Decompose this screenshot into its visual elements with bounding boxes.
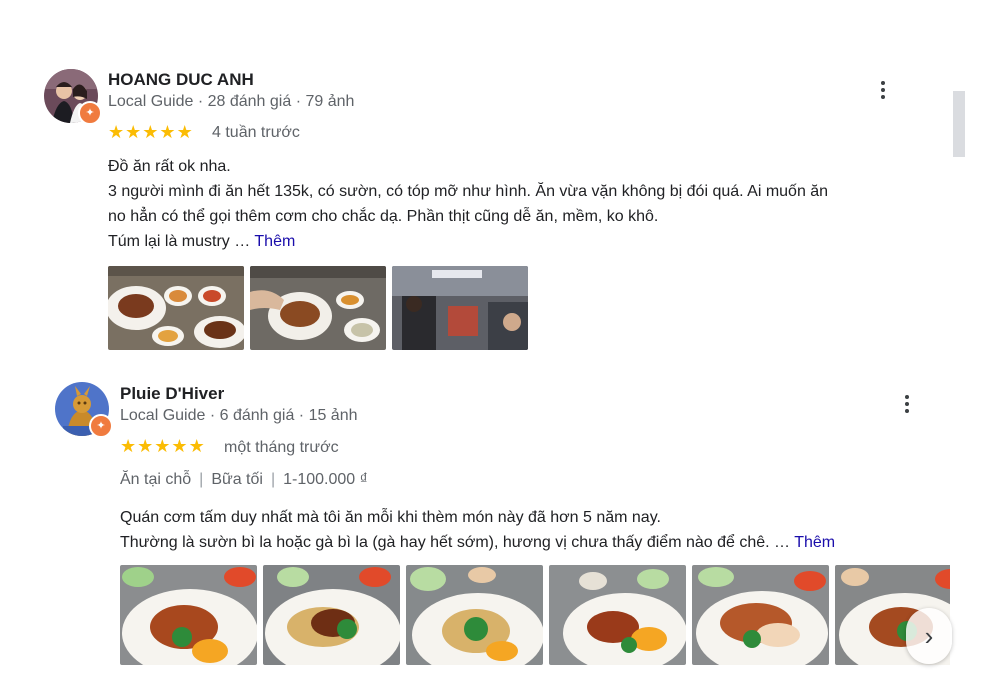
review-photos — [108, 266, 528, 350]
review-line-last: Thường là sườn bì la hoặc gà bì la (gà h… — [120, 530, 940, 555]
star-icon: ★ — [142, 122, 159, 142]
star-icon: ★ — [176, 122, 193, 142]
next-photo-button[interactable]: › — [906, 608, 952, 664]
star-icon: ★ — [154, 436, 171, 456]
more-options-icon[interactable] — [871, 75, 895, 105]
review-line: Thường là sườn bì la hoặc gà bì la (gà h… — [120, 534, 791, 551]
more-link[interactable]: Thêm — [794, 534, 835, 551]
local-guide-badge-icon: ✦ — [89, 414, 113, 438]
review-line: 3 người mình đi ăn hết 135k, có sườn, có… — [108, 183, 829, 200]
tag-meal: Bữa tối — [211, 471, 263, 488]
review-photo[interactable] — [250, 266, 386, 350]
star-icon: ★ — [120, 436, 137, 456]
review-line-last: Túm lại là mustry … Thêm — [108, 229, 928, 254]
star-icon: ★ — [171, 436, 188, 456]
review-photo[interactable] — [549, 565, 686, 665]
star-rating: ★ ★ ★ ★ ★ — [120, 437, 205, 455]
review-line: no hẳn có thể gọi thêm cơm cho chắc dạ. … — [108, 208, 659, 225]
local-guide-badge-icon: ✦ — [78, 101, 102, 125]
review-photo[interactable] — [108, 266, 244, 350]
reviewer-avatar[interactable]: ✦ — [44, 69, 102, 125]
review-time: 4 tuần trước — [212, 124, 300, 141]
star-icon: ★ — [125, 122, 142, 142]
reviewer-name[interactable]: Pluie D'Hiver — [120, 384, 224, 404]
tag-dine-in: Ăn tại chỗ — [120, 471, 192, 488]
reviewer-meta: Local Guide · 28 đánh giá · 79 ảnh — [108, 93, 355, 110]
more-link[interactable]: Thêm — [254, 233, 295, 250]
tag-price: 1-100.000 ₫ — [283, 471, 368, 488]
star-rating: ★ ★ ★ ★ ★ — [108, 123, 193, 141]
review-line: Đồ ăn rất ok nha. — [108, 158, 231, 175]
chevron-right-icon: › — [924, 620, 934, 651]
more-options-icon[interactable] — [895, 389, 919, 419]
scrollbar-thumb[interactable] — [953, 91, 965, 157]
review-text: Đồ ăn rất ok nha. 3 người mình đi ăn hết… — [108, 154, 928, 254]
star-icon: ★ — [188, 436, 205, 456]
visit-tags: Ăn tại chỗ | Bữa tối | 1-100.000 ₫ — [120, 471, 368, 488]
review-photo[interactable] — [692, 565, 829, 665]
review-photo[interactable] — [406, 565, 543, 665]
review-photo[interactable] — [392, 266, 528, 350]
reviewer-name[interactable]: HOANG DUC ANH — [108, 70, 254, 90]
star-icon: ★ — [108, 122, 125, 142]
review-text: Quán cơm tấm duy nhất mà tôi ăn mỗi khi … — [120, 505, 940, 555]
review-line: Túm lại là mustry … — [108, 233, 251, 250]
reviewer-meta: Local Guide · 6 đánh giá · 15 ảnh — [120, 407, 358, 424]
review-photos — [120, 565, 950, 665]
reviewer-avatar[interactable]: ✦ — [55, 382, 113, 438]
star-icon: ★ — [159, 122, 176, 142]
review-photo[interactable] — [120, 565, 257, 665]
review-time: một tháng trước — [224, 439, 339, 456]
review-photo[interactable] — [263, 565, 400, 665]
review-line: Quán cơm tấm duy nhất mà tôi ăn mỗi khi … — [120, 509, 661, 526]
star-icon: ★ — [137, 436, 154, 456]
